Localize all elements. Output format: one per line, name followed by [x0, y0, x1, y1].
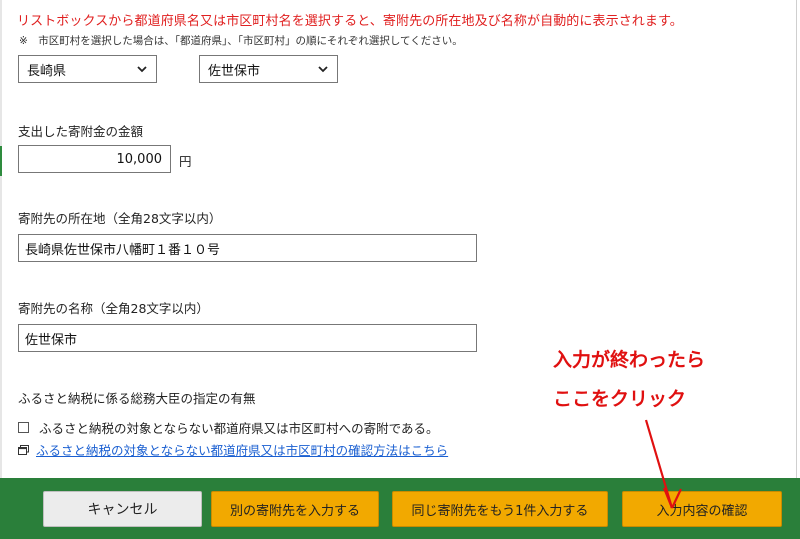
non-target-checkbox[interactable] [18, 422, 29, 433]
chevron-down-icon [137, 66, 147, 73]
confirm-input-button[interactable]: 入力内容の確認 [622, 491, 782, 527]
right-border [796, 0, 797, 478]
add-other-donation-button[interactable]: 別の寄附先を入力する [211, 491, 379, 527]
amount-value: 10,000 [116, 151, 163, 167]
non-target-checkbox-label: ふるさと納税の対象とならない都道府県又は市区町村への寄附である。 [39, 421, 439, 436]
selection-order-note: ※ 市区町村を選択した場合は、「都道府県」、「市区町村」の順にそれぞれ選択してく… [19, 35, 463, 47]
recipient-name-label: 寄附先の名称（全角28文字以内） [18, 301, 209, 316]
auto-fill-notice: リストボックスから都道府県名又は市区町村名を選択すると、寄附先の所在地及び名称が… [17, 14, 683, 29]
amount-unit: 円 [179, 154, 192, 169]
amount-label: 支出した寄附金の金額 [18, 124, 144, 139]
chevron-down-icon [318, 66, 328, 73]
annotation-line-1: 入力が終わったら [553, 349, 706, 371]
prefecture-select[interactable]: 長崎県 [18, 55, 157, 83]
left-accent-mark [0, 146, 2, 176]
add-same-donation-button[interactable]: 同じ寄附先をもう1件入力する [392, 491, 608, 527]
left-border [0, 0, 2, 539]
recipient-name-input[interactable]: 佐世保市 [18, 324, 477, 352]
annotation-line-2: ここをクリック [553, 388, 687, 410]
confirmation-method-link-row[interactable]: ふるさと納税の対象とならない都道府県又は市区町村の確認方法はこちら [18, 440, 448, 459]
amount-input[interactable]: 10,000 [18, 145, 171, 173]
prefecture-select-value: 長崎県 [27, 63, 67, 79]
address-input[interactable]: 長崎県佐世保市八幡町１番１０号 [18, 234, 477, 262]
city-select[interactable]: 佐世保市 [199, 55, 338, 83]
non-target-checkbox-row[interactable]: ふるさと納税の対象とならない都道府県又は市区町村への寄附である。 [18, 418, 439, 437]
cancel-button[interactable]: キャンセル [43, 491, 202, 527]
address-value: 長崎県佐世保市八幡町１番１０号 [25, 242, 221, 258]
designation-label: ふるさと納税に係る総務大臣の指定の有無 [18, 391, 256, 406]
confirmation-method-link[interactable]: ふるさと納税の対象とならない都道府県又は市区町村の確認方法はこちら [36, 440, 448, 459]
window-icon [18, 444, 29, 455]
city-select-value: 佐世保市 [208, 63, 261, 79]
address-label: 寄附先の所在地（全角28文字以内） [18, 211, 222, 226]
recipient-name-value: 佐世保市 [25, 332, 78, 348]
